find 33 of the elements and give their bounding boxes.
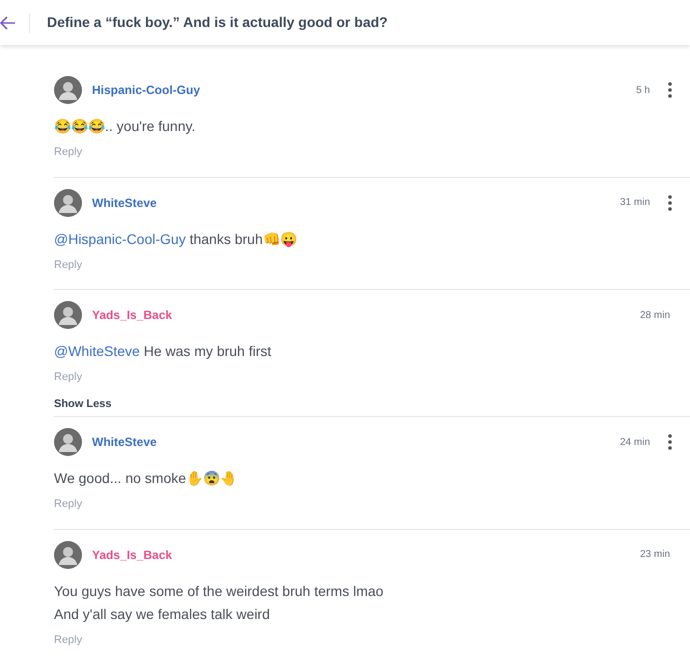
more-options-icon[interactable]: [668, 194, 672, 210]
comment-text: @WhiteSteve He was my bruh first: [54, 342, 272, 361]
reply-link[interactable]: Reply: [54, 369, 82, 386]
avatar[interactable]: [54, 188, 82, 216]
author-name[interactable]: WhiteSteve: [92, 433, 157, 451]
comment-text: You guys have some of the weirdest bruh terms lmao And y'all say we females talk weird: [54, 582, 384, 624]
timestamp: 5 h: [636, 84, 650, 98]
question-title: Define a “fuck boy.” And is it actually good or bad?: [47, 13, 388, 32]
avatar[interactable]: [54, 540, 82, 568]
avatar[interactable]: [54, 76, 82, 104]
timestamp: 28 min: [640, 308, 670, 322]
mention-link[interactable]: @Hispanic-Cool-Guy: [54, 230, 186, 246]
reply-link[interactable]: Reply: [54, 496, 82, 512]
reply-link[interactable]: Reply: [54, 632, 82, 648]
timestamp: 23 min: [640, 548, 670, 562]
more-options-icon[interactable]: [668, 82, 672, 98]
avatar[interactable]: [54, 428, 82, 456]
timestamp: 31 min: [620, 196, 650, 210]
author-name[interactable]: Hispanic-Cool-Guy: [92, 81, 200, 99]
author-name[interactable]: Yads_Is_Back: [92, 546, 172, 564]
show-less-link[interactable]: Show Less: [54, 396, 112, 412]
reply-link[interactable]: Reply: [54, 256, 82, 273]
back-icon[interactable]: [0, 16, 16, 30]
reply-link[interactable]: Reply: [54, 144, 82, 160]
comment-text: @Hispanic-Cool-Guy thanks bruh👊😛: [54, 230, 298, 250]
author-name[interactable]: Yads_Is_Back: [92, 306, 172, 324]
comment-text: 😂😂😂.. you're funny.: [54, 117, 196, 136]
more-options-icon[interactable]: [668, 434, 672, 450]
comment-text: We good... no smoke✋😨🤚: [54, 469, 238, 488]
mention-link[interactable]: @WhiteSteve: [54, 343, 140, 359]
timestamp: 24 min: [620, 436, 650, 450]
author-name[interactable]: WhiteSteve: [92, 194, 157, 212]
avatar[interactable]: [54, 301, 82, 329]
